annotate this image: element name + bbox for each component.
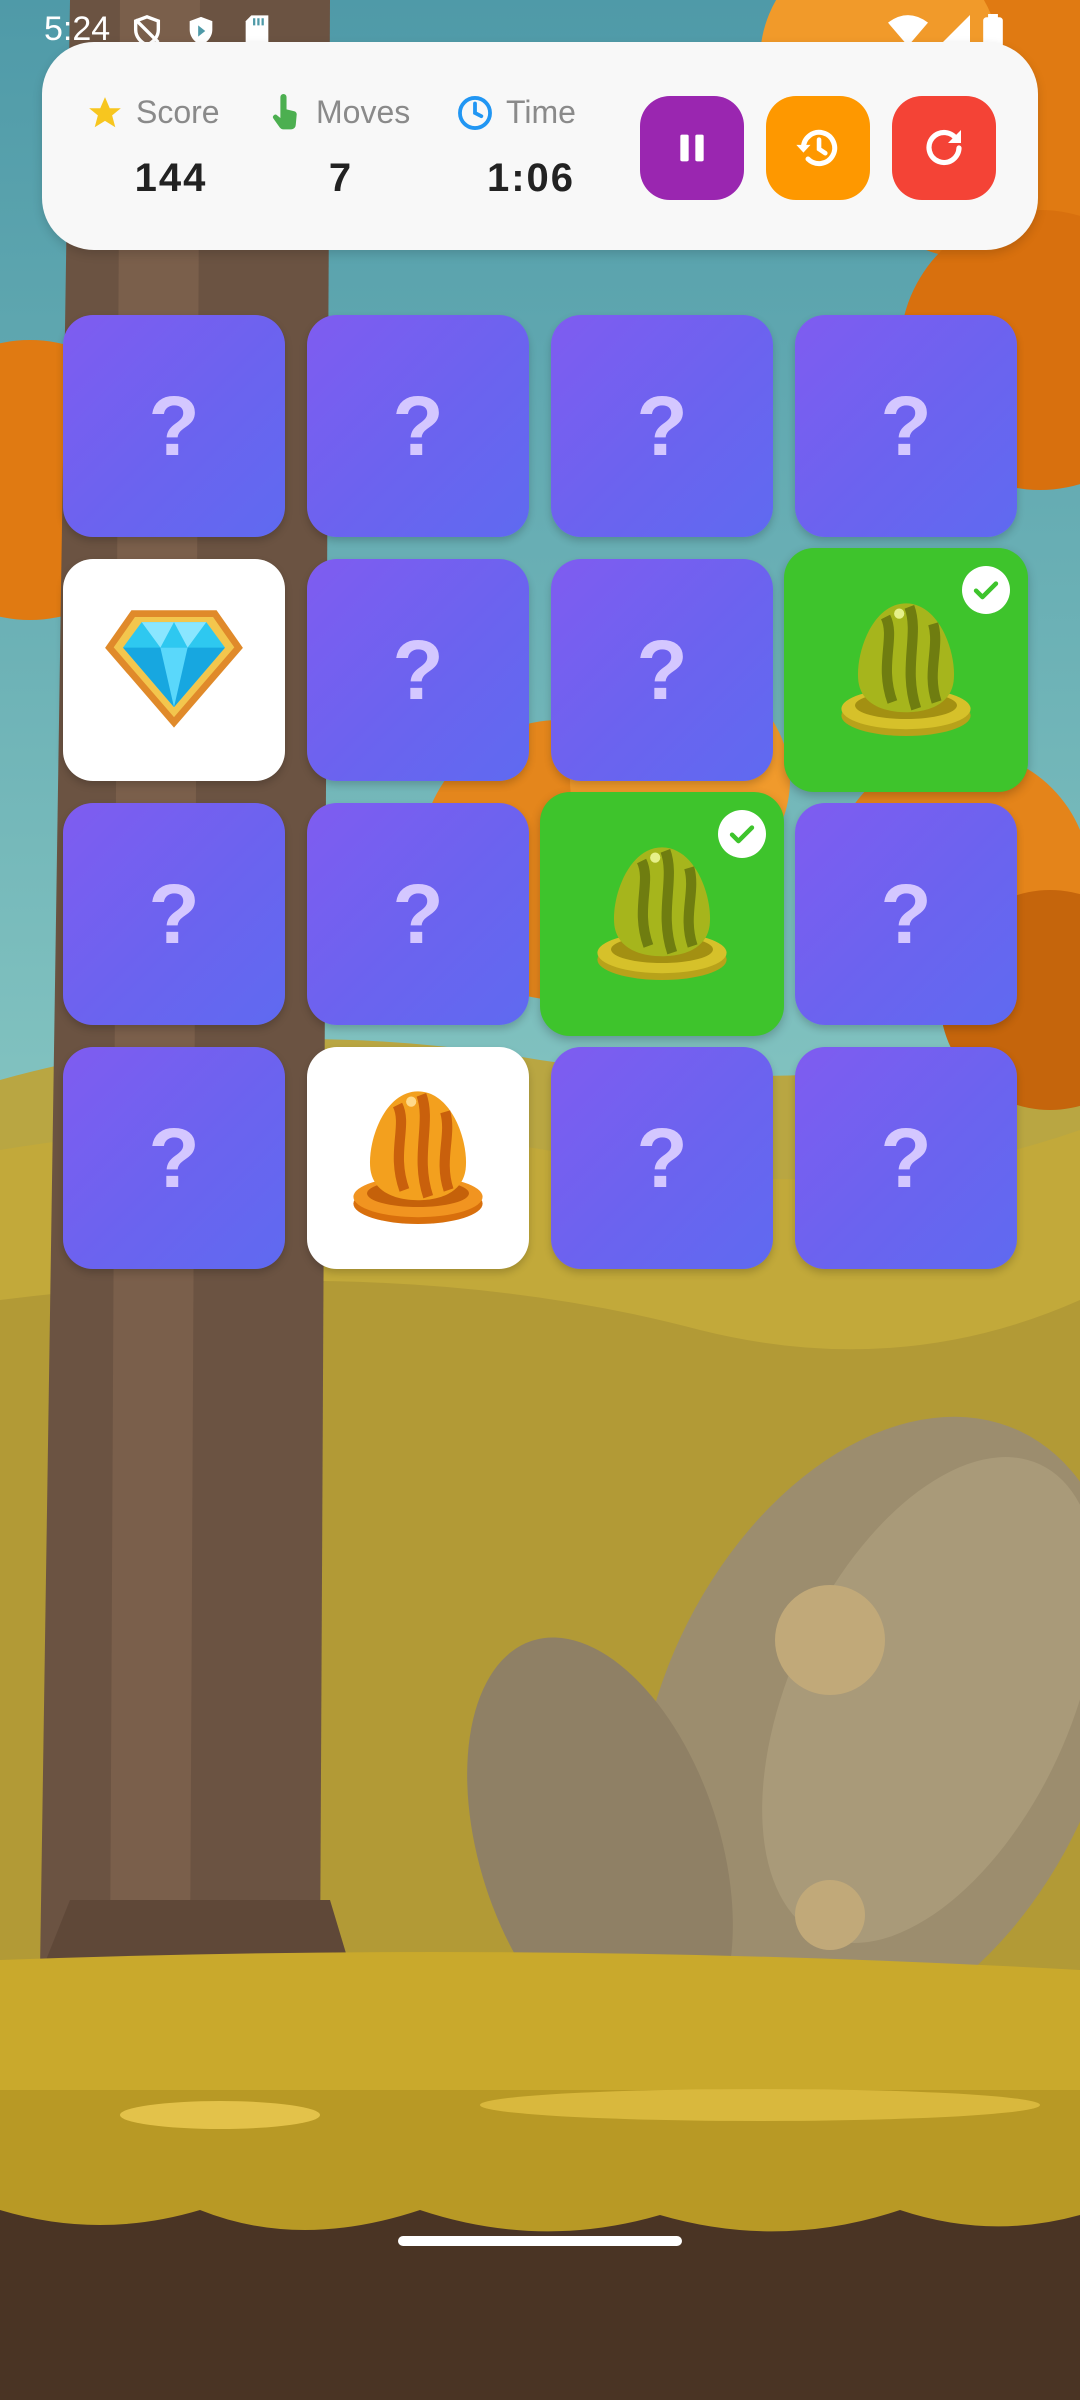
card-question-mark: ? [636, 1110, 688, 1205]
hidden-card[interactable]: ? [307, 803, 529, 1025]
revealed-card[interactable] [63, 559, 285, 781]
revealed-card[interactable] [307, 1047, 529, 1269]
hidden-card[interactable]: ? [63, 803, 285, 1025]
hidden-card[interactable]: ? [63, 1047, 285, 1269]
history-icon [796, 129, 838, 167]
restart-icon [926, 129, 962, 166]
score-value: 144 [134, 156, 208, 200]
green-egg-icon [821, 583, 991, 758]
hidden-card[interactable]: ? [795, 803, 1017, 1025]
moves-label: Moves [316, 94, 411, 130]
pause-icon [680, 134, 704, 162]
hidden-card[interactable]: ? [795, 315, 1017, 537]
game-hud-panel: Score 144 Moves 7 Time 1:06 [42, 42, 1038, 250]
time-label: Time [506, 94, 576, 130]
tap-hand-icon [272, 94, 297, 130]
hidden-card[interactable]: ? [551, 315, 773, 537]
hidden-card[interactable]: ? [551, 559, 773, 781]
star-icon [89, 97, 121, 128]
card-question-mark: ? [148, 866, 200, 961]
card-question-mark: ? [880, 378, 932, 473]
hidden-card[interactable]: ? [307, 315, 529, 537]
clock-icon [458, 96, 492, 130]
hidden-card[interactable]: ? [307, 559, 529, 781]
card-question-mark: ? [392, 866, 444, 961]
hidden-card[interactable]: ? [795, 1047, 1017, 1269]
card-question-mark: ? [636, 378, 688, 473]
gesture-navigation-bar[interactable] [398, 2236, 682, 2246]
score-label: Score [136, 94, 220, 130]
matched-card[interactable] [784, 548, 1028, 792]
time-value: 1:06 [486, 156, 576, 200]
card-question-mark: ? [148, 1110, 200, 1205]
diamond-icon [89, 583, 259, 758]
card-question-mark: ? [880, 1110, 932, 1205]
card-question-mark: ? [392, 378, 444, 473]
pause-button[interactable] [640, 96, 744, 200]
history-button[interactable] [766, 96, 870, 200]
card-question-mark: ? [636, 622, 688, 717]
checkmark-icon [718, 810, 766, 858]
restart-button[interactable] [892, 96, 996, 200]
card-question-mark: ? [880, 866, 932, 961]
orange-egg-icon [333, 1071, 503, 1246]
checkmark-icon [962, 566, 1010, 614]
moves-value: 7 [328, 156, 354, 200]
card-question-mark: ? [392, 622, 444, 717]
hidden-card[interactable]: ? [63, 315, 285, 537]
matched-card[interactable] [540, 792, 784, 1036]
card-question-mark: ? [148, 378, 200, 473]
green-egg-icon [577, 827, 747, 1002]
hidden-card[interactable]: ? [551, 1047, 773, 1269]
